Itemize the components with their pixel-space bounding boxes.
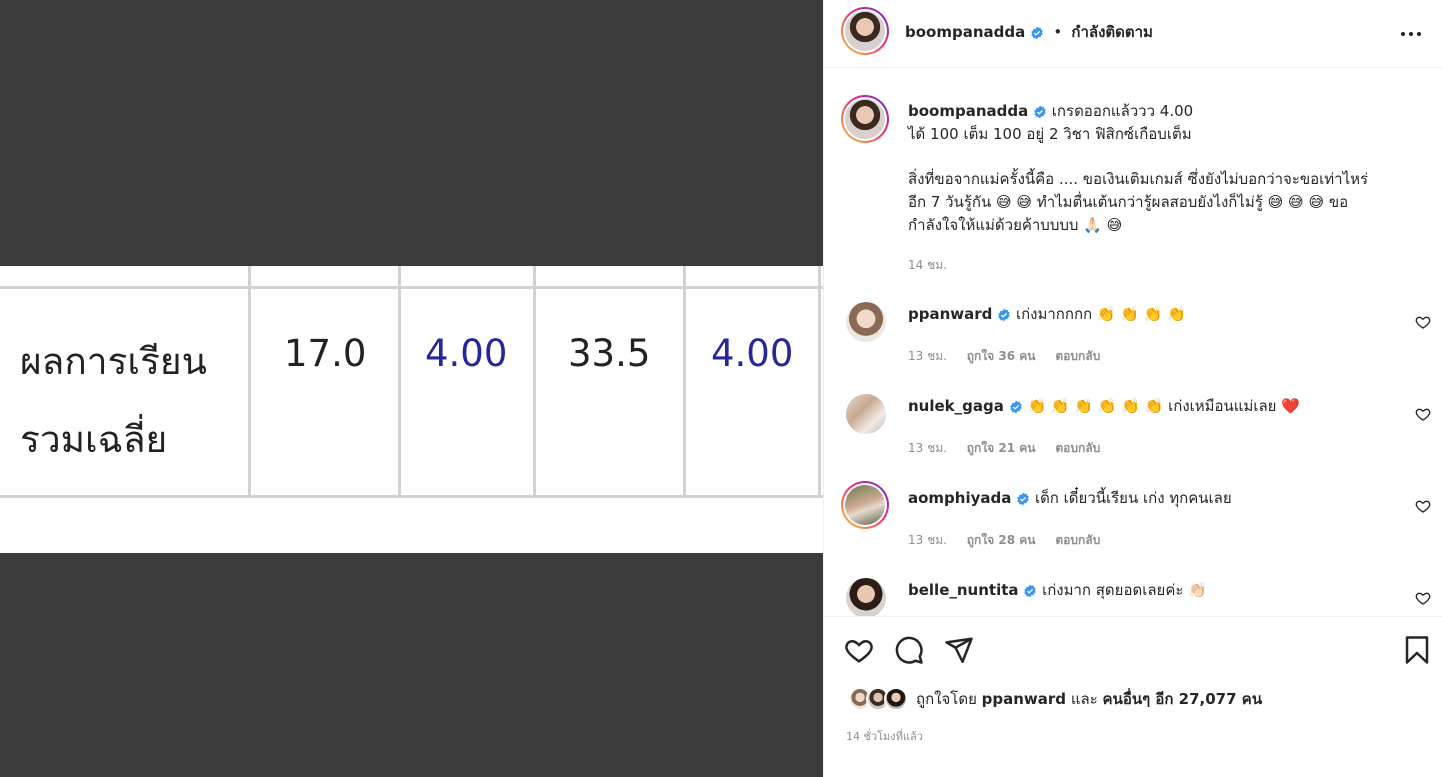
grade-table-photo: ผลการเรียน รวมเฉลี่ย 17.0 4.00 33.5 4.00 [0, 266, 823, 553]
like-comment-heart-icon[interactable] [1415, 314, 1431, 330]
post-header: boompanadda • กำลังติดตาม [824, 0, 1442, 68]
post-side-panel: boompanadda • กำลังติดตาม boompanadda เก… [823, 0, 1442, 777]
comment-text: เก่งมาก สุดยอดเลยค่ะ 👏🏻 [1042, 581, 1207, 599]
liker-avatar [884, 687, 908, 711]
like-comment-heart-icon[interactable] [1415, 498, 1431, 514]
grade-cell: 4.00 [425, 332, 508, 375]
like-comment-heart-icon[interactable] [1415, 406, 1431, 422]
save-bookmark-icon[interactable] [1402, 635, 1432, 665]
table-line [818, 266, 821, 498]
commenter-username[interactable]: belle_nuntita [908, 581, 1019, 599]
comment-time: 13 ชม. [908, 349, 947, 363]
row-label: รวมเฉลี่ย [20, 418, 168, 461]
commenter-avatar[interactable] [846, 394, 886, 434]
share-send-icon[interactable] [944, 635, 974, 665]
caption-line: อีก 7 วันรู้กัน 😅 😅 ทำไมตื่นเต้นกว่ารู้ผ… [908, 193, 1349, 211]
commenter-username[interactable]: aomphiyada [908, 489, 1011, 507]
separator-dot: • [1053, 23, 1063, 41]
comment-time: 13 ชม. [908, 441, 947, 455]
liked-by-user[interactable]: ppanward [982, 690, 1066, 708]
follow-status[interactable]: กำลังติดตาม [1071, 23, 1153, 41]
liked-by-others[interactable]: คนอื่นๆ อีก 27,077 คน [1103, 690, 1263, 708]
grade-cell: 17.0 [284, 332, 367, 375]
commenter-username[interactable]: nulek_gaga [908, 397, 1004, 415]
commenter-avatar[interactable] [846, 302, 886, 342]
caption-time: 14 ชม. [908, 258, 947, 272]
liked-by[interactable]: ถูกใจโดย ppanward และ คนอื่นๆ อีก 27,077… [848, 687, 1428, 713]
grade-cell: 33.5 [568, 332, 651, 375]
author-avatar[interactable] [841, 7, 889, 55]
comment-text: เก่งมากกกก 👏 👏 👏 👏 [1015, 305, 1186, 323]
liked-by-prefix: ถูกใจโดย [916, 690, 977, 708]
caption-line: กำลังใจให้แม่ด้วยค้าบบบบ 🙏🏻 😅 [908, 216, 1123, 234]
comment-item: ppanward เก่งมากกกก 👏 👏 👏 👏 13 ชม. ถูกใจ… [824, 300, 1442, 380]
reply-button[interactable]: ตอบกลับ [1055, 349, 1100, 363]
caption-line: ได้ 100 เต็ม 100 อยู่ 2 วิชา ฟิสิกซ์เกือ… [908, 125, 1192, 143]
header-username[interactable]: boompanadda [905, 23, 1025, 41]
comment-likes[interactable]: ถูกใจ 21 คน [967, 441, 1036, 455]
like-heart-icon[interactable] [844, 635, 874, 665]
row-label: ผลการเรียน [20, 340, 207, 383]
like-comment-heart-icon[interactable] [1415, 590, 1431, 606]
caption-avatar[interactable] [841, 95, 889, 143]
caption-line: สิ่งที่ขอจากแม่ครั้งนี้คือ .... ขอเงินเต… [908, 170, 1369, 188]
reply-button[interactable]: ตอบกลับ [1055, 441, 1100, 455]
caption-username[interactable]: boompanadda [908, 102, 1028, 120]
table-line [533, 266, 536, 498]
verified-badge-icon [998, 308, 1010, 321]
verified-badge-icon [1017, 492, 1029, 505]
comment-likes[interactable]: ถูกใจ 28 คน [967, 533, 1036, 547]
verified-badge-icon [1024, 584, 1037, 597]
table-line [398, 266, 401, 498]
commenter-avatar[interactable] [841, 481, 889, 529]
comment-list[interactable]: ppanward เก่งมากกกก 👏 👏 👏 👏 13 ชม. ถูกใจ… [824, 284, 1442, 616]
grade-cell: 4.00 [711, 332, 794, 375]
action-bar: ถูกใจโดย ppanward และ คนอื่นๆ อีก 27,077… [824, 616, 1442, 777]
table-line [248, 266, 251, 498]
caption-line: เกรดออกแล้ววว 4.00 [1051, 102, 1194, 120]
post-media[interactable]: ผลการเรียน รวมเฉลี่ย 17.0 4.00 33.5 4.00 [0, 0, 823, 777]
comment-item: aomphiyada เด็ก เดี๋ยวนี้เรียน เก่ง ทุกค… [824, 481, 1442, 564]
commenter-avatar[interactable] [846, 578, 886, 616]
comment-time: 13 ชม. [908, 533, 947, 547]
comment-bubble-icon[interactable] [894, 635, 924, 665]
liked-by-and: และ [1070, 690, 1098, 708]
more-options-icon[interactable] [1399, 24, 1423, 44]
comment-item: nulek_gaga 👏 👏 👏 👏 👏 👏 เก่งเหมือนแม่เลย … [824, 392, 1442, 472]
table-line [0, 495, 823, 498]
commenter-username[interactable]: ppanward [908, 305, 992, 323]
table-line [683, 266, 686, 498]
verified-badge-icon [1009, 400, 1022, 413]
reply-button[interactable]: ตอบกลับ [1055, 533, 1100, 547]
comment-likes[interactable]: ถูกใจ 36 คน [967, 349, 1036, 363]
post-timestamp[interactable]: 14 ชั่วโมงที่แล้ว [846, 727, 923, 745]
verified-badge-icon [1031, 26, 1044, 39]
comment-text: เด็ก เดี๋ยวนี้เรียน เก่ง ทุกคนเลย [1034, 489, 1232, 507]
comment-item: belle_nuntita เก่งมาก สุดยอดเลยค่ะ 👏🏻 [824, 576, 1442, 616]
caption: boompanadda เกรดออกแล้ววว 4.00 ได้ 100 เ… [824, 94, 1442, 284]
verified-badge-icon [1034, 105, 1046, 118]
comment-text: 👏 👏 👏 👏 👏 👏 เก่งเหมือนแม่เลย ❤️ [1027, 397, 1300, 415]
table-line [0, 286, 823, 289]
